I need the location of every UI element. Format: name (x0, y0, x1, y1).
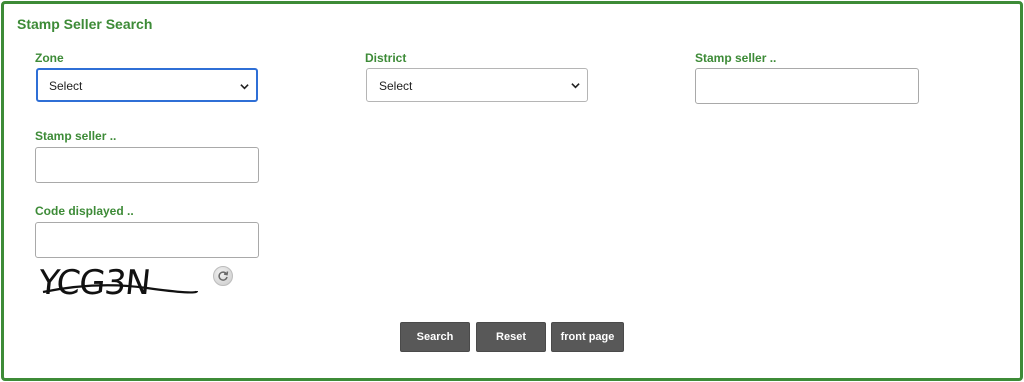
district-select[interactable]: Select (366, 68, 588, 102)
stamp-seller-search-panel: Stamp Seller Search Zone Select District… (1, 1, 1023, 381)
code-displayed-label: Code displayed .. (35, 204, 134, 218)
captcha-code-input[interactable] (35, 222, 259, 258)
district-select-value: Select (379, 79, 413, 93)
stamp-seller-label-2: Stamp seller .. (35, 129, 117, 143)
zone-select-value: Select (49, 79, 83, 93)
chevron-down-icon (571, 83, 580, 89)
captcha-text: YCG3N (37, 263, 152, 303)
stamp-seller-input-1[interactable] (695, 68, 919, 104)
chevron-down-icon (240, 84, 249, 90)
stamp-seller-label-1: Stamp seller .. (695, 51, 777, 65)
search-button[interactable]: Search (400, 322, 470, 352)
stamp-seller-input-2[interactable] (35, 147, 259, 183)
front-page-button[interactable]: front page (551, 322, 624, 352)
panel-title: Stamp Seller Search (17, 16, 153, 32)
captcha-image: YCG3N (36, 261, 207, 303)
refresh-captcha-button[interactable] (213, 266, 233, 286)
zone-label: Zone (35, 51, 64, 65)
reset-button[interactable]: Reset (476, 322, 546, 352)
zone-select[interactable]: Select (36, 68, 258, 102)
refresh-icon (218, 271, 229, 281)
captcha-graphic: YCG3N (36, 263, 199, 303)
district-label: District (365, 51, 407, 65)
